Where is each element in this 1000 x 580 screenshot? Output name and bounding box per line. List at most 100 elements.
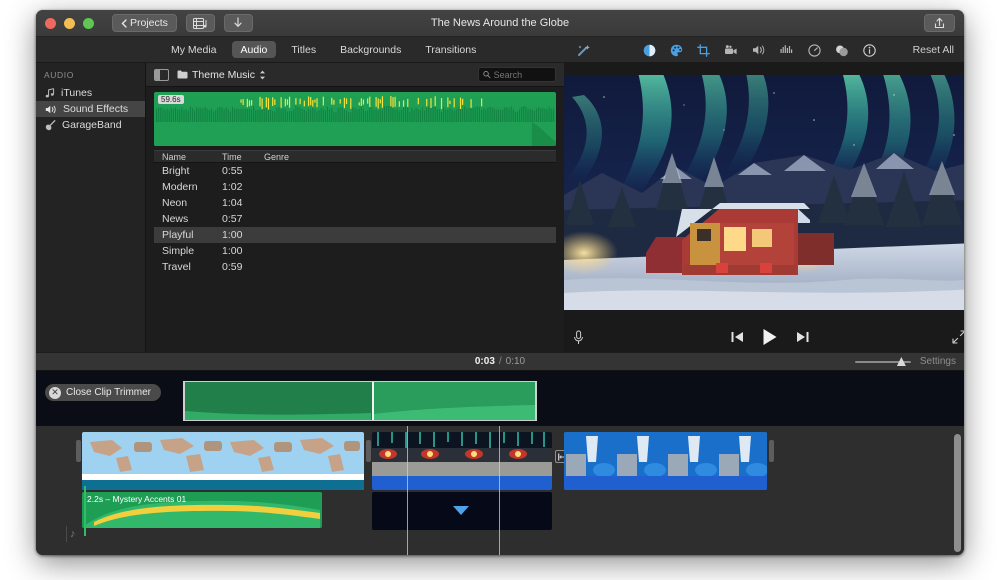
clip-city-night[interactable] — [372, 432, 552, 490]
current-timecode: 0:03 — [475, 356, 495, 367]
media-browser-button[interactable] — [186, 14, 215, 32]
imovie-window: Projects The News Around the Globe My Me… — [36, 10, 964, 555]
minimize-window-button[interactable] — [64, 18, 75, 29]
browser-toolbar: Theme Music — [146, 63, 564, 87]
table-row[interactable]: News 0:57 — [154, 211, 556, 227]
sidebar-item-label: iTunes — [61, 87, 92, 99]
cell-name: Modern — [154, 181, 214, 193]
waveform-preview[interactable]: 59.6s — [154, 92, 556, 146]
clip-left-grabber[interactable] — [366, 440, 371, 462]
column-header-genre[interactable]: Genre — [256, 152, 326, 162]
cell-time: 1:04 — [214, 197, 256, 209]
video-preview[interactable] — [564, 75, 964, 310]
cell-name: News — [154, 213, 214, 225]
sidebar-item-sound-effects[interactable]: Sound Effects — [36, 101, 145, 117]
close-window-button[interactable] — [45, 18, 56, 29]
sidebar-item-label: GarageBand — [62, 119, 122, 131]
timeline-playhead[interactable] — [499, 426, 500, 555]
tab-backgrounds[interactable]: Backgrounds — [331, 41, 410, 58]
volume-speaker-icon[interactable] — [752, 44, 766, 56]
viewer-stage — [564, 63, 964, 322]
inspector-tool-icons — [643, 44, 876, 57]
table-row[interactable]: Travel 0:59 — [154, 259, 556, 275]
cell-name: Simple — [154, 245, 214, 257]
magic-wand-enhance-icon[interactable] — [576, 43, 591, 58]
timeline-panel: ✕ Close Clip Trimmer 2.2s – Mystery Acce… — [36, 371, 964, 555]
info-icon[interactable] — [863, 44, 876, 57]
search-field[interactable] — [478, 67, 556, 82]
fullscreen-button[interactable] — [952, 330, 964, 344]
category-selector[interactable]: Theme Music — [177, 69, 266, 81]
color-correction-palette-icon[interactable] — [670, 44, 683, 57]
cell-time: 0:57 — [214, 213, 256, 225]
back-to-projects-label: Projects — [130, 17, 168, 29]
waterfall-thumbnail — [564, 432, 767, 490]
table-body: Bright 0:55 Modern 1:02 Neon 1:04 News 0:57 Play… — [154, 163, 556, 275]
media-browser-icon — [193, 18, 208, 29]
settings-button[interactable]: Settings — [920, 356, 956, 367]
music-note-icon — [45, 88, 55, 99]
play-button[interactable] — [762, 328, 778, 346]
speed-gauge-icon[interactable] — [808, 44, 821, 57]
timecode-bar: 0:03 / 0:10 Settings — [36, 352, 964, 371]
trimmer-clip[interactable] — [183, 381, 537, 421]
tab-my-media[interactable]: My Media — [162, 41, 226, 58]
tab-titles[interactable]: Titles — [282, 41, 325, 58]
sidebar-item-garageband[interactable]: GarageBand — [36, 117, 145, 133]
column-header-time[interactable]: Time — [214, 152, 256, 162]
background-clip[interactable] — [372, 492, 552, 530]
share-button[interactable] — [924, 14, 955, 32]
timeline-tracks: 2.2s – Mystery Accents 01 ♪ — [36, 426, 964, 555]
crop-icon[interactable] — [697, 44, 710, 57]
timeline-vertical-scrollbar[interactable] — [954, 434, 961, 552]
import-media-button[interactable] — [224, 14, 253, 32]
sidebar-item-label: Sound Effects — [63, 103, 128, 115]
close-clip-trimmer-button[interactable]: ✕ Close Clip Trimmer — [45, 384, 161, 401]
transport-controls — [564, 328, 964, 346]
zoom-window-button[interactable] — [83, 18, 94, 29]
timeline-options: Settings — [855, 356, 956, 367]
inspector-toolbar: Reset All — [568, 37, 964, 63]
timecode-separator: / — [499, 356, 502, 367]
clip-filter-icon[interactable] — [835, 44, 849, 57]
chevron-left-icon — [121, 19, 127, 28]
skip-to-start-button[interactable] — [731, 331, 744, 343]
clip-world-map[interactable] — [82, 432, 364, 490]
audio-list-table: Name Time Genre Bright 0:55 Modern 1:02 Neon… — [154, 150, 556, 275]
clip-trimmer: ✕ Close Clip Trimmer — [36, 371, 964, 426]
reset-all-button[interactable]: Reset All — [913, 44, 954, 56]
sidebar-item-itunes[interactable]: iTunes — [36, 85, 145, 101]
cell-time: 1:00 — [214, 229, 256, 241]
collapse-triangle-icon[interactable] — [453, 506, 469, 515]
world-map-thumbnail — [82, 432, 364, 490]
tab-transitions[interactable]: Transitions — [416, 41, 485, 58]
track-divider — [66, 526, 67, 542]
table-header-row: Name Time Genre — [154, 150, 556, 163]
column-header-name[interactable]: Name — [154, 152, 214, 162]
back-to-projects-button[interactable]: Projects — [112, 14, 177, 32]
search-input[interactable] — [494, 70, 551, 80]
table-row[interactable]: Simple 1:00 — [154, 243, 556, 259]
zoom-slider[interactable] — [855, 356, 911, 367]
waveform-graphic — [154, 92, 556, 146]
close-clip-trimmer-label: Close Clip Trimmer — [66, 387, 151, 398]
stabilization-camera-icon[interactable] — [724, 44, 738, 57]
skip-to-end-button[interactable] — [796, 331, 809, 343]
noise-reduction-equalizer-icon[interactable] — [780, 44, 794, 56]
timeline-marker-line — [407, 426, 408, 555]
tab-audio[interactable]: Audio — [232, 41, 277, 58]
clip-waterfall[interactable] — [564, 432, 767, 490]
sidebar-toggle-icon[interactable] — [154, 69, 169, 81]
clip-right-grabber[interactable] — [769, 440, 774, 462]
city-night-thumbnail — [372, 432, 552, 490]
speaker-waves-icon — [45, 104, 57, 115]
clip-left-grabber[interactable] — [76, 440, 81, 462]
table-row[interactable]: Bright 0:55 — [154, 163, 556, 179]
table-row[interactable]: Playful 1:00 — [154, 227, 556, 243]
cell-time: 0:59 — [214, 261, 256, 273]
cell-time: 0:55 — [214, 165, 256, 177]
table-row[interactable]: Neon 1:04 — [154, 195, 556, 211]
color-balance-icon[interactable] — [643, 44, 656, 57]
table-row[interactable]: Modern 1:02 — [154, 179, 556, 195]
audio-clip-mystery-accents[interactable]: 2.2s – Mystery Accents 01 — [82, 492, 322, 528]
